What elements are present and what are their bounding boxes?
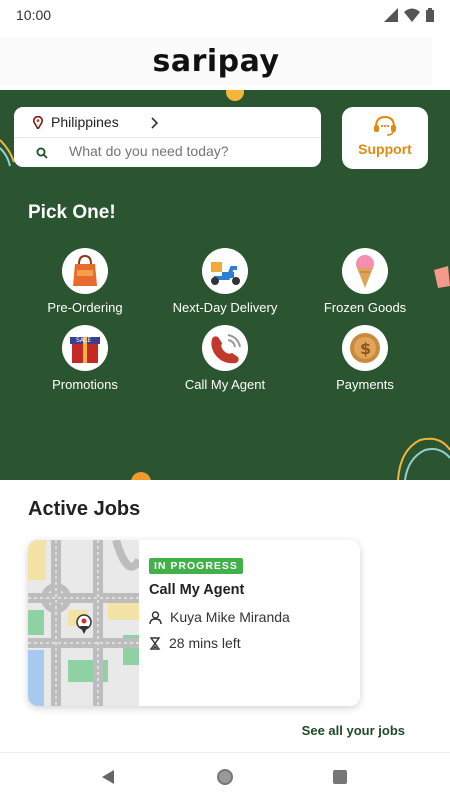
category-pre-ordering[interactable]: Pre-Ordering [15, 248, 155, 315]
svg-text:SALE: SALE [76, 337, 91, 344]
signal-icon [384, 8, 398, 22]
search-icon [36, 147, 48, 159]
search-card: Philippines [14, 107, 321, 167]
search-bar[interactable] [14, 139, 321, 167]
job-card[interactable]: IN PROGRESS Call My Agent Kuya Mike Mira… [28, 540, 360, 706]
category-label: Call My Agent [184, 377, 266, 392]
status-badge: IN PROGRESS [149, 558, 243, 574]
job-title: Call My Agent [149, 582, 245, 598]
battery-icon [426, 8, 434, 22]
app-logo: saripay [152, 44, 280, 79]
recents-icon[interactable] [328, 765, 352, 789]
category-label: Pre-Ordering [47, 300, 123, 315]
hourglass-icon [149, 636, 161, 650]
category-next-day-delivery[interactable]: Next-Day Delivery [155, 248, 295, 315]
svg-text:$: $ [360, 339, 371, 358]
person-icon [149, 610, 162, 624]
category-frozen-goods[interactable]: Frozen Goods [295, 248, 435, 315]
time-left: 28 mins left [169, 635, 241, 651]
chevron-right-icon [151, 117, 159, 129]
see-all-jobs-link[interactable]: See all your jobs [302, 723, 405, 738]
wifi-icon [404, 8, 420, 22]
ice-cream-icon [342, 248, 388, 294]
status-icons [384, 8, 434, 22]
hero-section: Philippines Support Pick One! [0, 90, 450, 480]
map-thumbnail [28, 540, 139, 706]
job-agent: Kuya Mike Miranda [149, 609, 290, 625]
location-label: Philippines [51, 114, 119, 130]
active-jobs-title: Active Jobs [28, 498, 141, 520]
status-bar: 10:00 [0, 0, 450, 32]
status-time: 10:00 [16, 7, 52, 23]
search-input[interactable] [69, 143, 309, 159]
shopping-bag-icon [62, 248, 108, 294]
category-label: Payments [336, 377, 394, 392]
location-pin-icon [33, 116, 43, 129]
job-time: 28 mins left [149, 635, 241, 651]
support-button[interactable]: Support [342, 107, 428, 169]
back-icon[interactable] [96, 765, 120, 789]
category-label: Next-Day Delivery [172, 300, 278, 315]
system-nav-bar [0, 752, 450, 800]
headset-icon [374, 115, 396, 136]
category-call-my-agent[interactable]: Call My Agent [155, 325, 295, 392]
phone-icon [202, 325, 248, 371]
home-icon[interactable] [213, 765, 237, 789]
category-label: Promotions [52, 377, 118, 392]
category-label: Frozen Goods [323, 300, 407, 315]
coin-icon: $ [342, 325, 388, 371]
gift-box-icon: SALE [62, 325, 108, 371]
location-selector[interactable]: Philippines [14, 107, 321, 138]
agent-name: Kuya Mike Miranda [170, 609, 290, 625]
scooter-icon [202, 248, 248, 294]
pick-title: Pick One! [28, 202, 116, 223]
support-label: Support [358, 141, 412, 157]
category-payments[interactable]: $ Payments [295, 325, 435, 392]
category-promotions[interactable]: SALE Promotions [15, 325, 155, 392]
